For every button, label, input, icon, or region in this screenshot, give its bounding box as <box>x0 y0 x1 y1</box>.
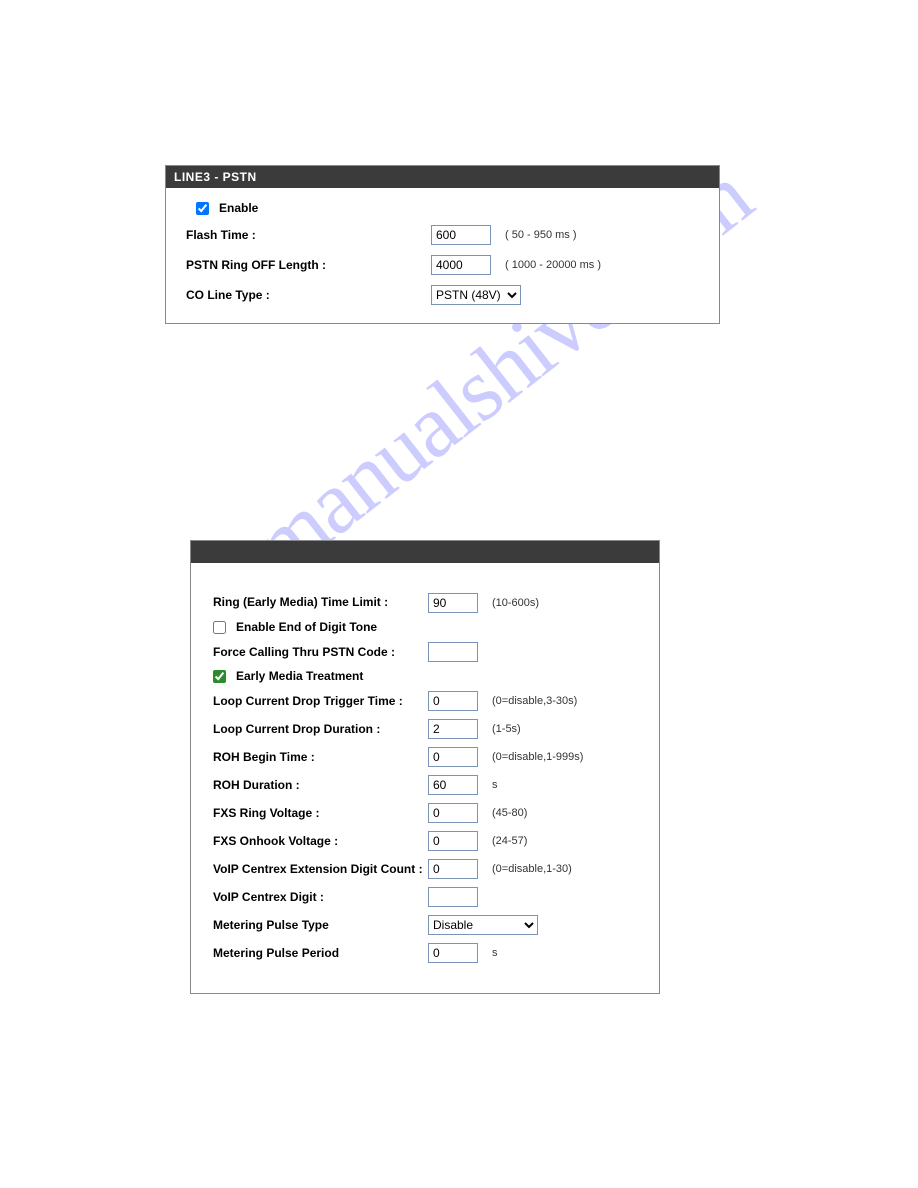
loop-trigger-row: Loop Current Drop Trigger Time : (0=disa… <box>213 691 637 711</box>
end-of-digit-tone-label: Enable End of Digit Tone <box>236 621 377 634</box>
flash-time-row: Flash Time : ( 50 - 950 ms ) <box>186 225 699 245</box>
loop-trigger-hint: (0=disable,3-30s) <box>492 695 577 707</box>
flash-time-hint: ( 50 - 950 ms ) <box>505 229 577 241</box>
enable-label: Enable <box>219 202 258 215</box>
roh-duration-input[interactable] <box>428 775 478 795</box>
ring-time-limit-input[interactable] <box>428 593 478 613</box>
co-line-type-select[interactable]: PSTN (48V) <box>431 285 521 305</box>
panel-body: Ring (Early Media) Time Limit : (10-600s… <box>191 563 659 993</box>
force-pstn-code-label: Force Calling Thru PSTN Code : <box>213 646 428 659</box>
roh-duration-hint: s <box>492 779 498 791</box>
early-media-treatment-label: Early Media Treatment <box>236 670 363 683</box>
early-media-treatment-checkbox[interactable] <box>213 670 226 683</box>
panel-advanced: Ring (Early Media) Time Limit : (10-600s… <box>190 540 660 994</box>
metering-pulse-period-row: Metering Pulse Period s <box>213 943 637 963</box>
force-pstn-code-row: Force Calling Thru PSTN Code : <box>213 642 637 662</box>
roh-begin-row: ROH Begin Time : (0=disable,1-999s) <box>213 747 637 767</box>
roh-duration-label: ROH Duration : <box>213 779 428 792</box>
loop-duration-row: Loop Current Drop Duration : (1-5s) <box>213 719 637 739</box>
ring-time-limit-hint: (10-600s) <box>492 597 539 609</box>
force-pstn-code-input[interactable] <box>428 642 478 662</box>
fxs-ring-voltage-hint: (45-80) <box>492 807 527 819</box>
metering-pulse-period-label: Metering Pulse Period <box>213 947 428 960</box>
fxs-onhook-voltage-hint: (24-57) <box>492 835 527 847</box>
panel-header: LINE3 - PSTN <box>166 166 719 188</box>
ring-off-length-label: PSTN Ring OFF Length : <box>186 259 431 272</box>
fxs-onhook-voltage-label: FXS Onhook Voltage : <box>213 835 428 848</box>
ring-off-length-hint: ( 1000 - 20000 ms ) <box>505 259 601 271</box>
co-line-type-row: CO Line Type : PSTN (48V) <box>186 285 699 305</box>
panel-body: Enable Flash Time : ( 50 - 950 ms ) PSTN… <box>166 188 719 323</box>
co-line-type-label: CO Line Type : <box>186 289 431 302</box>
panel-header <box>191 541 659 563</box>
loop-duration-label: Loop Current Drop Duration : <box>213 723 428 736</box>
fxs-ring-voltage-row: FXS Ring Voltage : (45-80) <box>213 803 637 823</box>
ring-time-limit-row: Ring (Early Media) Time Limit : (10-600s… <box>213 593 637 613</box>
loop-duration-input[interactable] <box>428 719 478 739</box>
early-media-treatment-row: Early Media Treatment <box>213 670 637 683</box>
ring-time-limit-label: Ring (Early Media) Time Limit : <box>213 596 428 609</box>
enable-checkbox[interactable] <box>196 202 209 215</box>
roh-begin-input[interactable] <box>428 747 478 767</box>
ring-off-length-input[interactable] <box>431 255 491 275</box>
flash-time-input[interactable] <box>431 225 491 245</box>
centrex-digit-count-hint: (0=disable,1-30) <box>492 863 572 875</box>
fxs-onhook-voltage-input[interactable] <box>428 831 478 851</box>
centrex-digit-count-label: VoIP Centrex Extension Digit Count : <box>213 863 428 876</box>
metering-pulse-period-input[interactable] <box>428 943 478 963</box>
centrex-digit-count-row: VoIP Centrex Extension Digit Count : (0=… <box>213 859 637 879</box>
fxs-ring-voltage-label: FXS Ring Voltage : <box>213 807 428 820</box>
loop-trigger-label: Loop Current Drop Trigger Time : <box>213 695 428 708</box>
loop-duration-hint: (1-5s) <box>492 723 521 735</box>
metering-pulse-type-label: Metering Pulse Type <box>213 919 428 932</box>
roh-duration-row: ROH Duration : s <box>213 775 637 795</box>
fxs-onhook-voltage-row: FXS Onhook Voltage : (24-57) <box>213 831 637 851</box>
metering-pulse-type-select[interactable]: Disable <box>428 915 538 935</box>
centrex-digit-count-input[interactable] <box>428 859 478 879</box>
panel-line3-pstn: LINE3 - PSTN Enable Flash Time : ( 50 - … <box>165 165 720 324</box>
ring-off-length-row: PSTN Ring OFF Length : ( 1000 - 20000 ms… <box>186 255 699 275</box>
roh-begin-label: ROH Begin Time : <box>213 751 428 764</box>
centrex-digit-row: VoIP Centrex Digit : <box>213 887 637 907</box>
roh-begin-hint: (0=disable,1-999s) <box>492 751 583 763</box>
centrex-digit-label: VoIP Centrex Digit : <box>213 891 428 904</box>
metering-pulse-type-row: Metering Pulse Type Disable <box>213 915 637 935</box>
end-of-digit-tone-row: Enable End of Digit Tone <box>213 621 637 634</box>
centrex-digit-input[interactable] <box>428 887 478 907</box>
end-of-digit-tone-checkbox[interactable] <box>213 621 226 634</box>
enable-row: Enable <box>196 202 699 215</box>
metering-pulse-period-hint: s <box>492 947 498 959</box>
flash-time-label: Flash Time : <box>186 229 431 242</box>
fxs-ring-voltage-input[interactable] <box>428 803 478 823</box>
loop-trigger-input[interactable] <box>428 691 478 711</box>
